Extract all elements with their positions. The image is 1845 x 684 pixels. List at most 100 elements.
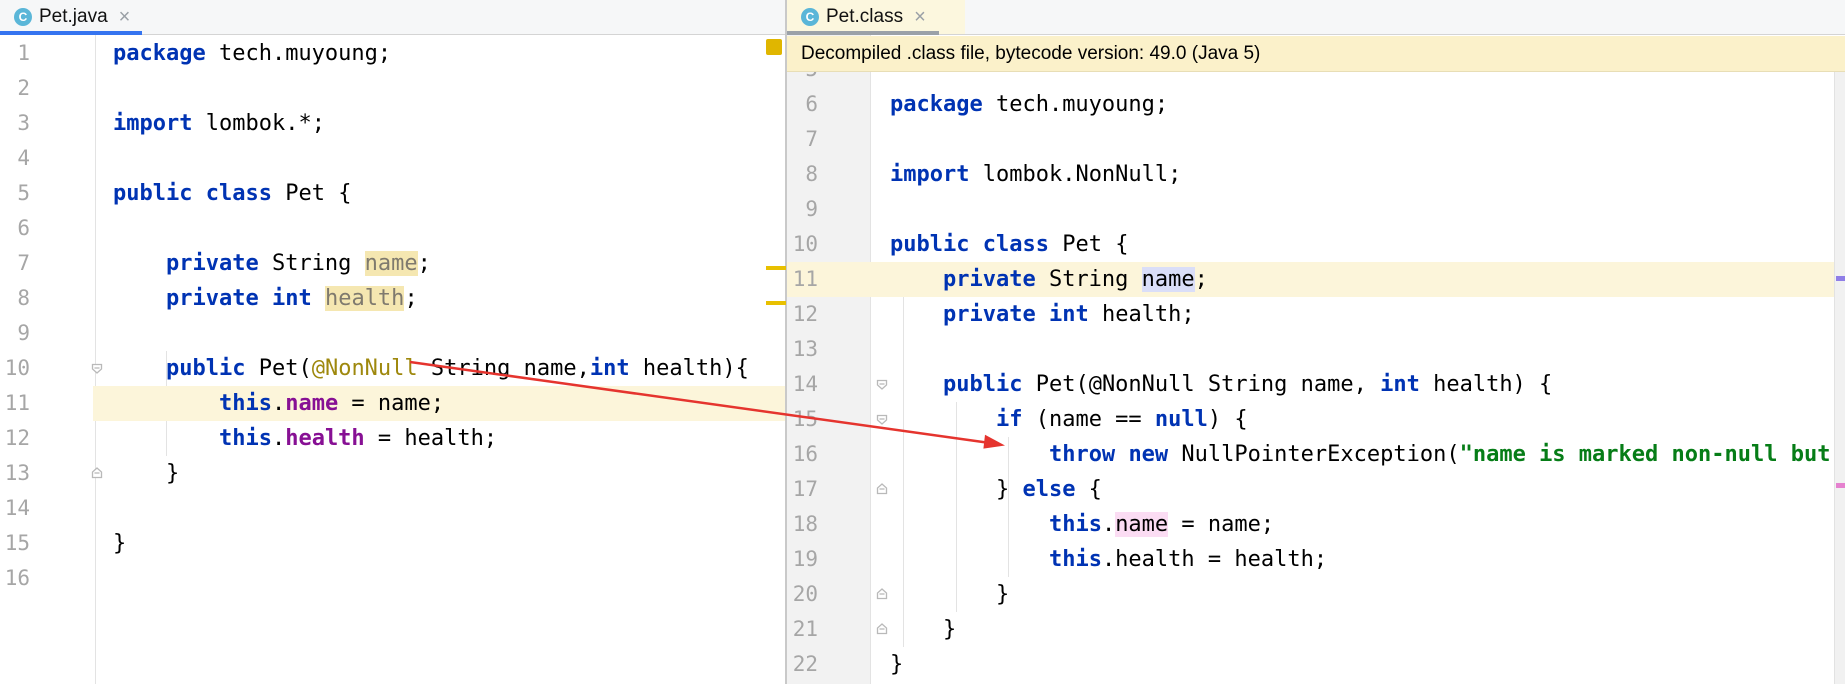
fold-collapse-icon[interactable] [874, 411, 890, 427]
token-keyword: int [589, 356, 630, 381]
line-number[interactable]: 15 [0, 526, 30, 561]
line-number[interactable]: 8 [787, 157, 818, 192]
line-number[interactable]: 16 [787, 437, 818, 472]
line-number[interactable]: 8 [0, 281, 30, 316]
editor-pet-java[interactable]: 1 package tech.muyoung; 2 3 import lombok.*;… [0, 35, 786, 684]
line-number[interactable]: 18 [787, 507, 818, 542]
code-line[interactable]: this.name = name; [113, 386, 444, 421]
line-number[interactable]: 3 [0, 106, 30, 141]
code-line[interactable]: } [113, 456, 179, 491]
class-icon: C [801, 8, 819, 26]
line-number[interactable]: 22 [787, 647, 818, 682]
purple-stripe-mark[interactable] [1836, 276, 1845, 281]
line-number[interactable]: 12 [787, 297, 818, 332]
code-line[interactable]: private int health; [890, 297, 1195, 332]
line-number[interactable]: 14 [787, 367, 818, 402]
line-number[interactable]: 17 [787, 472, 818, 507]
fold-collapse-icon[interactable] [89, 360, 105, 376]
active-tab-underline [0, 31, 142, 35]
tab-pet-java[interactable]: C Pet.java × [0, 0, 168, 34]
line-number[interactable]: 14 [0, 491, 30, 526]
warning-stripe-mark[interactable] [766, 301, 786, 305]
code-line[interactable]: private int health; [113, 281, 418, 316]
code-line[interactable]: public Pet(@NonNull String name,int heal… [113, 351, 749, 386]
line-number[interactable]: 6 [787, 87, 818, 122]
line-number[interactable]: 10 [0, 351, 30, 386]
line-number[interactable]: 6 [0, 211, 30, 246]
line-number[interactable]: 21 [787, 612, 818, 647]
line-number[interactable]: 4 [0, 141, 30, 176]
code-line[interactable]: this.name = name; [890, 507, 1274, 542]
tab-label: Pet.java [39, 6, 108, 27]
line-number[interactable]: 16 [0, 561, 30, 596]
line-number[interactable]: 7 [787, 122, 818, 157]
line-number[interactable]: 20 [787, 577, 818, 612]
code-line[interactable]: private String name; [890, 262, 1208, 297]
code-line[interactable]: private String name; [113, 246, 431, 281]
fold-end-icon[interactable] [874, 586, 890, 602]
close-icon[interactable]: × [914, 7, 926, 27]
editor-pet-class[interactable]: 56package tech.muyoung;78import lombok.N… [787, 35, 1845, 684]
token: Pet { [271, 181, 352, 206]
pane-divider[interactable] [785, 0, 787, 684]
code-line[interactable]: import lombok.*; [113, 106, 325, 141]
token-keyword: package [113, 41, 206, 66]
fold-end-icon[interactable] [874, 481, 890, 497]
line-number[interactable]: 7 [0, 246, 30, 281]
line-number[interactable]: 5 [0, 176, 30, 211]
fold-end-icon[interactable] [874, 621, 890, 637]
line-number[interactable]: 13 [787, 332, 818, 367]
token: .health = health; [1101, 547, 1328, 572]
code-line[interactable]: } [890, 612, 956, 647]
code-line[interactable]: } [890, 577, 1009, 612]
fold-collapse-icon[interactable] [874, 376, 890, 392]
pink-stripe-mark[interactable] [1836, 483, 1845, 488]
close-icon[interactable]: × [119, 7, 131, 27]
token-keyword: else [1022, 477, 1076, 502]
scrollbar[interactable] [1834, 72, 1845, 684]
code-line[interactable]: } [890, 647, 903, 682]
line-number[interactable]: 13 [0, 456, 30, 491]
line-number[interactable]: 11 [0, 386, 30, 421]
code-line[interactable]: import lombok.NonNull; [890, 157, 1181, 192]
code-line[interactable]: throw new NullPointerException("name is … [890, 437, 1845, 472]
code-line[interactable]: public Pet(@NonNull String name, int hea… [890, 367, 1552, 402]
line-number[interactable]: 12 [0, 421, 30, 456]
tabbar-right: C Pet.class × [787, 0, 1845, 35]
token: "name is marked non-null but is null" [1459, 442, 1845, 467]
token: health [285, 426, 365, 451]
token-keyword: public [113, 181, 193, 206]
code-line[interactable]: if (name == null) { [890, 402, 1248, 437]
token-keyword: private [942, 302, 1036, 327]
line-number[interactable]: 9 [0, 316, 30, 351]
token: String [1035, 267, 1142, 292]
code-line[interactable]: package tech.muyoung; [890, 87, 1168, 122]
tab-pet-class[interactable]: C Pet.class × [787, 0, 965, 34]
code-line[interactable]: public class Pet { [113, 176, 351, 211]
token: name [1141, 267, 1195, 292]
code-line[interactable]: this.health = health; [113, 421, 497, 456]
line-number[interactable]: 2 [0, 71, 30, 106]
line-number[interactable]: 10 [787, 227, 818, 262]
code-line[interactable]: public class Pet { [890, 227, 1128, 262]
code-line[interactable]: } else { [890, 472, 1102, 507]
line-number[interactable]: 1 [0, 36, 30, 71]
warning-stripe-mark[interactable] [766, 266, 786, 270]
token: } [113, 531, 127, 556]
line-number[interactable]: 11 [787, 262, 818, 297]
token: } [890, 477, 1023, 502]
code-line[interactable]: package tech.muyoung; [113, 36, 391, 71]
line-number[interactable]: 15 [787, 402, 818, 437]
line-number[interactable]: 19 [787, 542, 818, 577]
code-line[interactable]: this.health = health; [890, 542, 1327, 577]
line-number[interactable]: 9 [787, 192, 818, 227]
token-keyword: int [271, 286, 312, 311]
fold-end-icon[interactable] [89, 465, 105, 481]
inspections-status-square[interactable] [766, 39, 782, 55]
code-line[interactable]: } [113, 526, 126, 561]
